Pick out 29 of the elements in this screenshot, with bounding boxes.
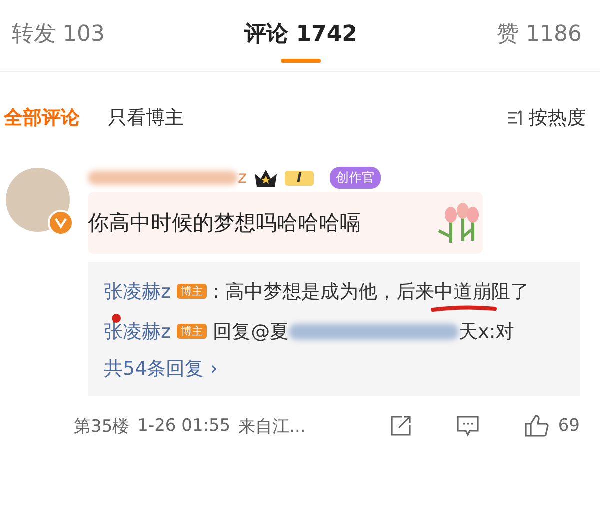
filter-tab[interactable]: 全部评论 <box>4 105 80 131</box>
reply-text: 回复@夏 <box>213 321 290 343</box>
reply-username[interactable]: 张凌赫z <box>104 281 171 303</box>
sort-button[interactable]: 按热度 <box>507 105 586 131</box>
tab[interactable]: 评论 1742 <box>240 4 362 66</box>
annotation-dot <box>112 314 121 323</box>
crown-icon <box>252 168 279 188</box>
sort-icon <box>507 110 525 126</box>
blogger-badge: 博主 <box>177 324 208 339</box>
floor-number: 第35楼 <box>74 416 130 438</box>
reply-text: : 高中梦想是成为他，后来中道崩阻了 <box>213 281 530 303</box>
thumbs-up-icon[interactable] <box>524 414 550 438</box>
comment-icon[interactable] <box>456 415 480 437</box>
filter-tab[interactable]: 只看博主 <box>108 105 184 131</box>
like-count: 69 <box>558 416 580 436</box>
share-icon[interactable] <box>390 415 412 437</box>
reply-text: 天x:对 <box>459 321 515 343</box>
creator-badge: 创作官 <box>330 167 381 189</box>
tab[interactable]: 转发 103 <box>8 4 109 66</box>
level-badge: I <box>284 170 314 186</box>
more-replies-link[interactable]: 共54条回复 › <box>104 356 564 382</box>
blogger-badge: 博主 <box>177 284 208 299</box>
tab[interactable]: 赞 1186 <box>493 4 586 66</box>
comment-time: 1-26 01:55 <box>138 416 231 436</box>
username[interactable]: z <box>238 168 247 188</box>
reply-username[interactable]: 张凌赫z <box>104 321 171 343</box>
comment-text: 你高中时候的梦想吗哈哈哈嗝 <box>88 210 361 237</box>
comment-location: 来自江... <box>238 416 306 438</box>
annotation-stroke <box>430 305 498 313</box>
